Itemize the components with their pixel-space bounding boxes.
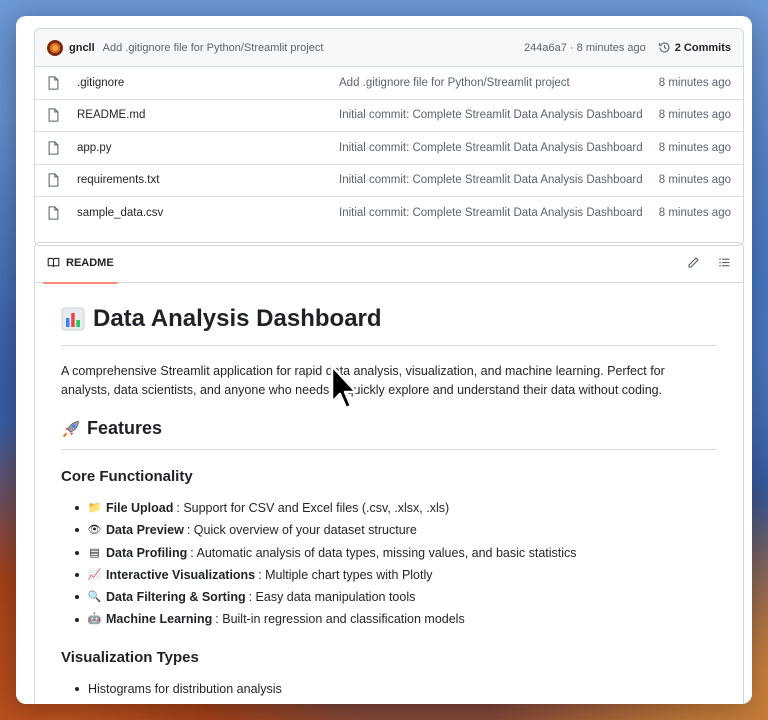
edit-pencil-icon[interactable] bbox=[687, 256, 700, 269]
file-icon bbox=[47, 76, 67, 90]
list-item: 📈 Interactive Visualizations: Multiple ch… bbox=[75, 564, 717, 586]
avatar[interactable] bbox=[47, 39, 63, 56]
bullet bbox=[75, 686, 79, 691]
file-time: 8 minutes ago bbox=[658, 174, 731, 187]
bar-chart-icon bbox=[61, 307, 85, 331]
viz-type-list: Histograms for distribution analysis bbox=[61, 678, 717, 700]
file-icon bbox=[47, 173, 67, 187]
commits-count: 2 Commits bbox=[674, 41, 731, 54]
list-item: 📁 File Upload: Support for CSV and Excel … bbox=[75, 497, 717, 519]
readme-title: Data Analysis Dashboard bbox=[61, 305, 717, 346]
core-heading: Core Functionality bbox=[61, 468, 193, 485]
bullet bbox=[75, 617, 79, 622]
file-name[interactable]: README.md bbox=[77, 109, 339, 121]
readme-header: README bbox=[35, 243, 743, 284]
feature-emoji-icon: 📁 bbox=[87, 502, 102, 514]
browser-window: gncll Add .gitignore file for Python/Str… bbox=[16, 16, 752, 704]
readme-actions bbox=[687, 256, 731, 269]
file-commit-message[interactable]: Initial commit: Complete Streamlit Data … bbox=[339, 109, 659, 121]
file-icon bbox=[47, 141, 67, 155]
file-time: 8 minutes ago bbox=[658, 109, 731, 122]
list-item: ▤ Data Profiling: Automatic analysis of d… bbox=[75, 542, 717, 564]
file-commit-message[interactable]: Initial commit: Complete Streamlit Data … bbox=[339, 142, 659, 154]
latest-commit-bar: gncll Add .gitignore file for Python/Str… bbox=[35, 29, 743, 67]
viz-type-text: Histograms for distribution analysis bbox=[88, 681, 282, 696]
readme-tab-label: README bbox=[66, 256, 114, 269]
feature-text: : Quick overview of your dataset structu… bbox=[186, 523, 417, 538]
list-item: Histograms for distribution analysis bbox=[75, 678, 717, 700]
list-item: 🤖 Machine Learning: Built-in regression a… bbox=[75, 608, 717, 630]
file-row[interactable]: app.py Initial commit: Complete Streamlit… bbox=[35, 132, 743, 165]
commit-author[interactable]: gncll bbox=[69, 42, 95, 54]
bullet bbox=[75, 506, 79, 511]
file-name[interactable]: sample_data.csv bbox=[77, 207, 339, 219]
file-time: 8 minutes ago bbox=[658, 76, 731, 89]
feature-text: : Multiple chart types with Plotly bbox=[258, 567, 433, 582]
feature-label: Machine Learning bbox=[106, 612, 213, 627]
feature-text: : Automatic analysis of data types, miss… bbox=[190, 545, 577, 560]
mouse-cursor-icon bbox=[330, 364, 358, 410]
file-name[interactable]: app.py bbox=[77, 142, 339, 154]
feature-emoji-icon: 📈 bbox=[87, 568, 102, 581]
feature-label: Data Preview bbox=[106, 523, 184, 538]
feature-label: Interactive Visualizations bbox=[106, 567, 256, 582]
file-row[interactable]: sample_data.csv Initial commit: Complete … bbox=[35, 197, 743, 230]
rocket-icon bbox=[62, 420, 79, 437]
file-name[interactable]: requirements.txt bbox=[77, 174, 339, 186]
features-heading: Features bbox=[61, 418, 717, 450]
bullet bbox=[75, 550, 79, 555]
file-name[interactable]: .gitignore bbox=[77, 77, 339, 89]
bullet bbox=[75, 573, 79, 578]
outline-list-icon[interactable] bbox=[718, 256, 731, 269]
file-commit-message[interactable]: Add .gitignore file for Python/Streamlit… bbox=[339, 77, 659, 89]
file-time: 8 minutes ago bbox=[658, 141, 731, 154]
file-list: gncll Add .gitignore file for Python/Str… bbox=[34, 28, 744, 246]
feature-emoji-icon: ▤ bbox=[89, 546, 100, 559]
book-icon bbox=[47, 257, 60, 268]
feature-text: : Built-in regression and classification… bbox=[215, 612, 465, 627]
core-feature-list: 📁 File Upload: Support for CSV and Excel … bbox=[61, 497, 717, 631]
feature-label: Data Filtering & Sorting bbox=[106, 590, 246, 605]
readme-content: Data Analysis Dashboard A comprehensive … bbox=[35, 283, 743, 700]
viz-heading: Visualization Types bbox=[61, 648, 199, 666]
bullet bbox=[75, 528, 79, 533]
file-commit-message[interactable]: Initial commit: Complete Streamlit Data … bbox=[339, 207, 659, 219]
feature-emoji-icon: 🔍 bbox=[87, 591, 102, 604]
feature-emoji-icon: 🤖 bbox=[87, 613, 102, 626]
commit-hash-time[interactable]: 244a6a7 · 8 minutes ago bbox=[524, 42, 646, 54]
feature-text: : Support for CSV and Excel files (.csv,… bbox=[176, 501, 450, 515]
list-item: 🔍 Data Filtering & Sorting: Easy data man… bbox=[75, 586, 717, 608]
file-icon bbox=[47, 108, 67, 122]
commits-link[interactable]: 2 Commits bbox=[658, 41, 731, 54]
readme-tab[interactable]: README bbox=[43, 243, 118, 284]
readme-title-text: Data Analysis Dashboard bbox=[93, 305, 382, 332]
file-row[interactable]: requirements.txt Initial commit: Complete… bbox=[35, 165, 743, 197]
feature-emoji-icon: 👁 bbox=[87, 524, 102, 537]
readme-panel: README Data Analysis Dashboard A compreh… bbox=[34, 242, 744, 704]
file-icon bbox=[47, 206, 67, 220]
readme-intro: A comprehensive Streamlit application fo… bbox=[61, 364, 665, 397]
file-commit-message[interactable]: Initial commit: Complete Streamlit Data … bbox=[339, 174, 659, 186]
file-time: 8 minutes ago bbox=[658, 207, 731, 220]
feature-text: : Easy data manipulation tools bbox=[248, 590, 416, 605]
latest-commit-message[interactable]: Add .gitignore file for Python/Streamlit… bbox=[103, 42, 524, 54]
history-icon bbox=[658, 42, 670, 53]
file-row[interactable]: README.md Initial commit: Complete Stream… bbox=[35, 100, 743, 132]
feature-label: Data Profiling bbox=[106, 545, 188, 560]
list-item: 👁 Data Preview: Quick overview of your da… bbox=[75, 519, 717, 541]
feature-label: File Upload bbox=[106, 501, 174, 515]
file-row[interactable]: .gitignore Add .gitignore file for Python… bbox=[35, 67, 743, 100]
features-heading-text: Features bbox=[87, 418, 163, 438]
bullet bbox=[75, 595, 79, 600]
